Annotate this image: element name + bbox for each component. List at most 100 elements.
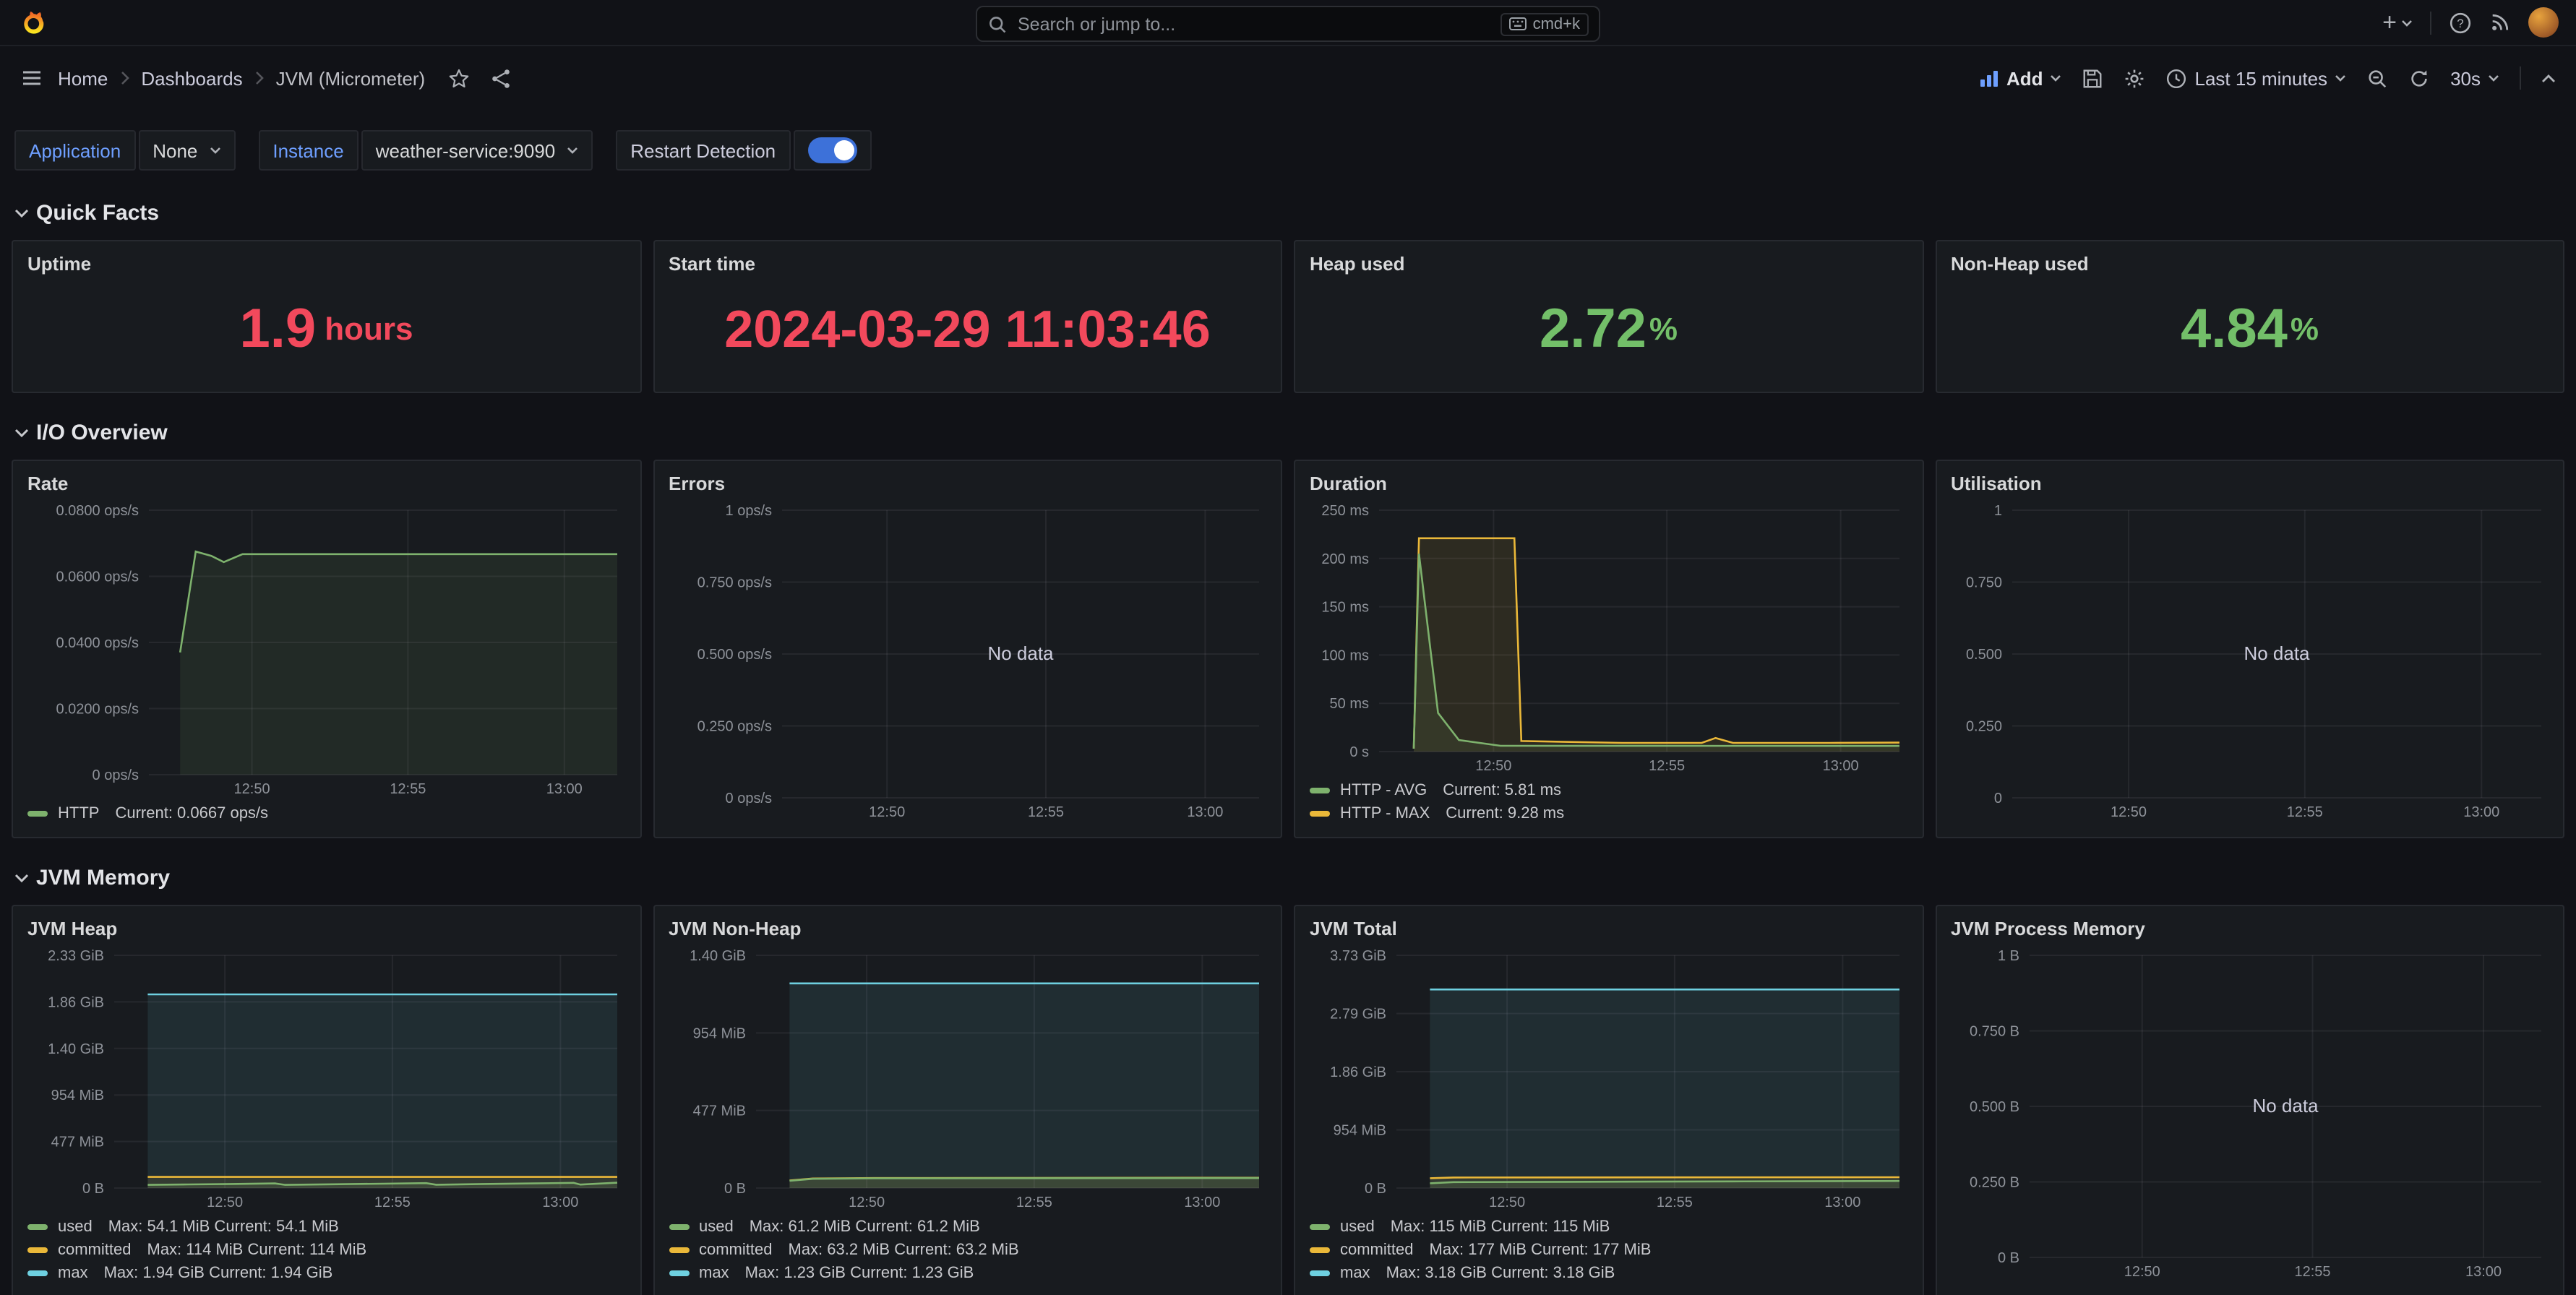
series-color-swatch bbox=[669, 1270, 689, 1276]
panel-title[interactable]: Start time bbox=[669, 253, 1266, 279]
panel-title[interactable]: Non-Heap used bbox=[1951, 253, 2549, 279]
chevron-down-icon bbox=[2335, 75, 2345, 82]
collapse-toolbar-button[interactable] bbox=[2541, 73, 2556, 83]
legend-item[interactable]: max Max: 1.23 GiB Current: 1.23 GiB bbox=[669, 1262, 1266, 1285]
mega-menu-button[interactable] bbox=[20, 66, 43, 90]
panel-start-time: Start time 2024-03-29 11:03:46 bbox=[653, 240, 1282, 393]
refresh-button[interactable] bbox=[2408, 67, 2430, 89]
breadcrumb-home[interactable]: Home bbox=[58, 67, 108, 89]
jvm-total-chart[interactable]: 0 B 954 MiB 1.86 GiB 2.79 GiB 3.73 GiB 12:50 1… bbox=[1310, 944, 1907, 1211]
add-panel-icon bbox=[1979, 68, 1999, 88]
utilisation-chart[interactable]: 0 0.250 0.500 0.750 1 12:50 12:55 13:00 No data bbox=[1951, 499, 2549, 821]
legend-item[interactable]: committed Max: 177 MiB Current: 177 MiB bbox=[1310, 1239, 1907, 1262]
toggle-switch[interactable] bbox=[807, 137, 857, 163]
rate-chart[interactable]: 0 ops/s 0.0200 ops/s 0.0400 ops/s 0.0600 op… bbox=[27, 499, 625, 798]
legend-item[interactable]: max Max: 3.18 GiB Current: 3.18 GiB bbox=[1310, 1262, 1907, 1285]
chart-canvas[interactable]: 0 B 477 MiB 954 MiB 1.40 GiB 1.86 GiB 2.33 Gi… bbox=[27, 944, 626, 1211]
legend-item[interactable]: used Max: 115 MiB Current: 115 MiB bbox=[1310, 1216, 1907, 1239]
panel-title[interactable]: Rate bbox=[27, 473, 625, 499]
chart-canvas[interactable]: 0 ops/s 0.250 ops/s 0.500 ops/s 0.750 ops/s… bbox=[669, 499, 1267, 821]
chevron-down-icon bbox=[567, 147, 578, 154]
series-color-swatch bbox=[1310, 788, 1330, 793]
panel-title[interactable]: Uptime bbox=[27, 253, 625, 279]
legend-item[interactable]: committed Max: 114 MiB Current: 114 MiB bbox=[27, 1239, 625, 1262]
shortcut-label: cmd+k bbox=[1532, 15, 1580, 33]
jvm-heap-chart[interactable]: 0 B 477 MiB 954 MiB 1.40 GiB 1.86 GiB 2.33 Gi… bbox=[27, 944, 625, 1211]
search-input[interactable] bbox=[1018, 14, 1491, 34]
stat-suffix: hours bbox=[325, 311, 413, 347]
application-variable-select[interactable]: None bbox=[138, 130, 236, 171]
legend-item[interactable]: used Max: 54.1 MiB Current: 54.1 MiB bbox=[27, 1216, 625, 1239]
panel-title[interactable]: Heap used bbox=[1310, 253, 1907, 279]
svg-text:3.73 GiB: 3.73 GiB bbox=[1330, 948, 1386, 964]
global-search[interactable]: cmd+k bbox=[976, 6, 1600, 42]
legend-item[interactable]: committed Max: 63.2 MiB Current: 63.2 MiB bbox=[669, 1239, 1266, 1262]
panel-jvm-heap: JVM Heap 0 B 477 MiB 954 MiB 1.40 GiB 1.86 G… bbox=[12, 905, 641, 1295]
errors-chart[interactable]: 0 ops/s 0.250 ops/s 0.500 ops/s 0.750 ops/s… bbox=[669, 499, 1266, 821]
jvm-process-memory-chart[interactable]: 0 B 0.250 B 0.500 B 0.750 B 1 B 12:50 12:55 13:… bbox=[1951, 944, 2549, 1281]
legend: HTTP - AVG Current: 5.81 ms HTTP - MAX Curr… bbox=[1310, 775, 1907, 825]
legend-item[interactable]: HTTP Current: 0.0667 ops/s bbox=[27, 802, 625, 825]
legend bbox=[1951, 1281, 2549, 1285]
chart-canvas[interactable]: 0 0.250 0.500 0.750 1 12:50 12:55 13:00 No data bbox=[1951, 499, 2549, 821]
divider bbox=[2430, 11, 2431, 34]
refresh-interval-picker[interactable]: 30s bbox=[2450, 67, 2499, 89]
panel-errors: Errors 0 ops/s 0.250 ops/s 0.500 ops/s 0.75… bbox=[653, 460, 1282, 838]
restart-detection-toggle[interactable] bbox=[793, 130, 872, 171]
panel-uptime: Uptime 1.9 hours bbox=[12, 240, 641, 393]
panel-title[interactable]: Duration bbox=[1310, 473, 1907, 499]
chart-canvas[interactable]: 0 s 50 ms 100 ms 150 ms 200 ms 250 ms 12:50 12:… bbox=[1310, 499, 1908, 775]
legend-item[interactable]: HTTP - MAX Current: 9.28 ms bbox=[1310, 802, 1907, 825]
save-dashboard-button[interactable] bbox=[2082, 67, 2104, 89]
add-panel-button[interactable]: Add bbox=[1979, 67, 2062, 89]
panel-title[interactable]: Errors bbox=[669, 473, 1266, 499]
panel-jvm-process-memory: JVM Process Memory 0 B 0.250 B 0.500 B 0.75… bbox=[1935, 905, 2564, 1295]
time-range-picker[interactable]: Last 15 minutes bbox=[2166, 67, 2347, 89]
share-icon bbox=[492, 69, 510, 87]
panel-rate: Rate 0 ops/s 0.0200 ops/s 0.0400 ops/s 0.06… bbox=[12, 460, 641, 838]
section-jvm-memory[interactable]: JVM Memory bbox=[14, 861, 2562, 893]
new-menu-button[interactable]: + bbox=[2382, 10, 2413, 35]
jvm-nonheap-chart[interactable]: 0 B 477 MiB 954 MiB 1.40 GiB 12:50 12:55 13:00 bbox=[669, 944, 1266, 1211]
panel-title[interactable]: JVM Total bbox=[1310, 918, 1907, 944]
svg-text:0 B: 0 B bbox=[82, 1181, 104, 1197]
breadcrumb-dashboards[interactable]: Dashboards bbox=[141, 67, 242, 89]
plus-icon: + bbox=[2382, 9, 2397, 36]
duration-chart[interactable]: 0 s 50 ms 100 ms 150 ms 200 ms 250 ms 12:50 12:… bbox=[1310, 499, 1907, 775]
rss-icon bbox=[2492, 14, 2509, 30]
svg-text:1 B: 1 B bbox=[1997, 948, 2019, 964]
section-quick-facts[interactable]: Quick Facts bbox=[14, 197, 2562, 228]
panel-title[interactable]: Utilisation bbox=[1951, 473, 2549, 499]
chart-canvas[interactable]: 0 B 954 MiB 1.86 GiB 2.79 GiB 3.73 GiB 12:50 1… bbox=[1310, 944, 1908, 1211]
zoom-out-button[interactable] bbox=[2366, 67, 2388, 89]
share-dashboard-button[interactable] bbox=[490, 67, 512, 89]
panel-title[interactable]: JVM Heap bbox=[27, 918, 625, 944]
legend-item[interactable]: max Max: 1.94 GiB Current: 1.94 GiB bbox=[27, 1262, 625, 1285]
panel-title[interactable]: JVM Process Memory bbox=[1951, 918, 2549, 944]
svg-text:13:00: 13:00 bbox=[1186, 804, 1222, 820]
star-dashboard-button[interactable] bbox=[448, 67, 470, 89]
instance-variable-select[interactable]: weather-service:9090 bbox=[361, 130, 593, 171]
user-avatar[interactable] bbox=[2528, 7, 2559, 38]
chart-canvas[interactable]: 0 B 0.250 B 0.500 B 0.750 B 1 B 12:50 12:55 13:… bbox=[1951, 944, 2549, 1281]
svg-text:1.40 GiB: 1.40 GiB bbox=[689, 948, 745, 964]
section-io-overview[interactable]: I/O Overview bbox=[14, 416, 2562, 448]
chart-canvas[interactable]: 0 ops/s 0.0200 ops/s 0.0400 ops/s 0.0600 op… bbox=[27, 499, 626, 798]
news-button[interactable] bbox=[2489, 12, 2511, 33]
svg-text:13:00: 13:00 bbox=[1823, 758, 1859, 774]
dashboard-settings-button[interactable] bbox=[2124, 67, 2146, 89]
legend-item[interactable]: used Max: 61.2 MiB Current: 61.2 MiB bbox=[669, 1216, 1266, 1239]
svg-text:12:55: 12:55 bbox=[374, 1195, 411, 1210]
series-color-swatch bbox=[27, 1247, 48, 1253]
panel-title[interactable]: JVM Non-Heap bbox=[669, 918, 1266, 944]
svg-text:2.79 GiB: 2.79 GiB bbox=[1330, 1007, 1386, 1023]
stat-value: 4.84 bbox=[2180, 299, 2288, 360]
svg-text:0 B: 0 B bbox=[1997, 1250, 2019, 1266]
chart-canvas[interactable]: 0 B 477 MiB 954 MiB 1.40 GiB 12:50 12:55 13:00 bbox=[669, 944, 1267, 1211]
grafana-logo[interactable] bbox=[17, 8, 46, 37]
series-stats: Current: 9.28 ms bbox=[1446, 805, 1565, 822]
help-button[interactable]: ? bbox=[2449, 11, 2472, 34]
svg-text:No data: No data bbox=[987, 642, 1053, 664]
stat-body: 1.9 hours bbox=[27, 279, 625, 380]
legend-item[interactable]: HTTP - AVG Current: 5.81 ms bbox=[1310, 779, 1907, 802]
